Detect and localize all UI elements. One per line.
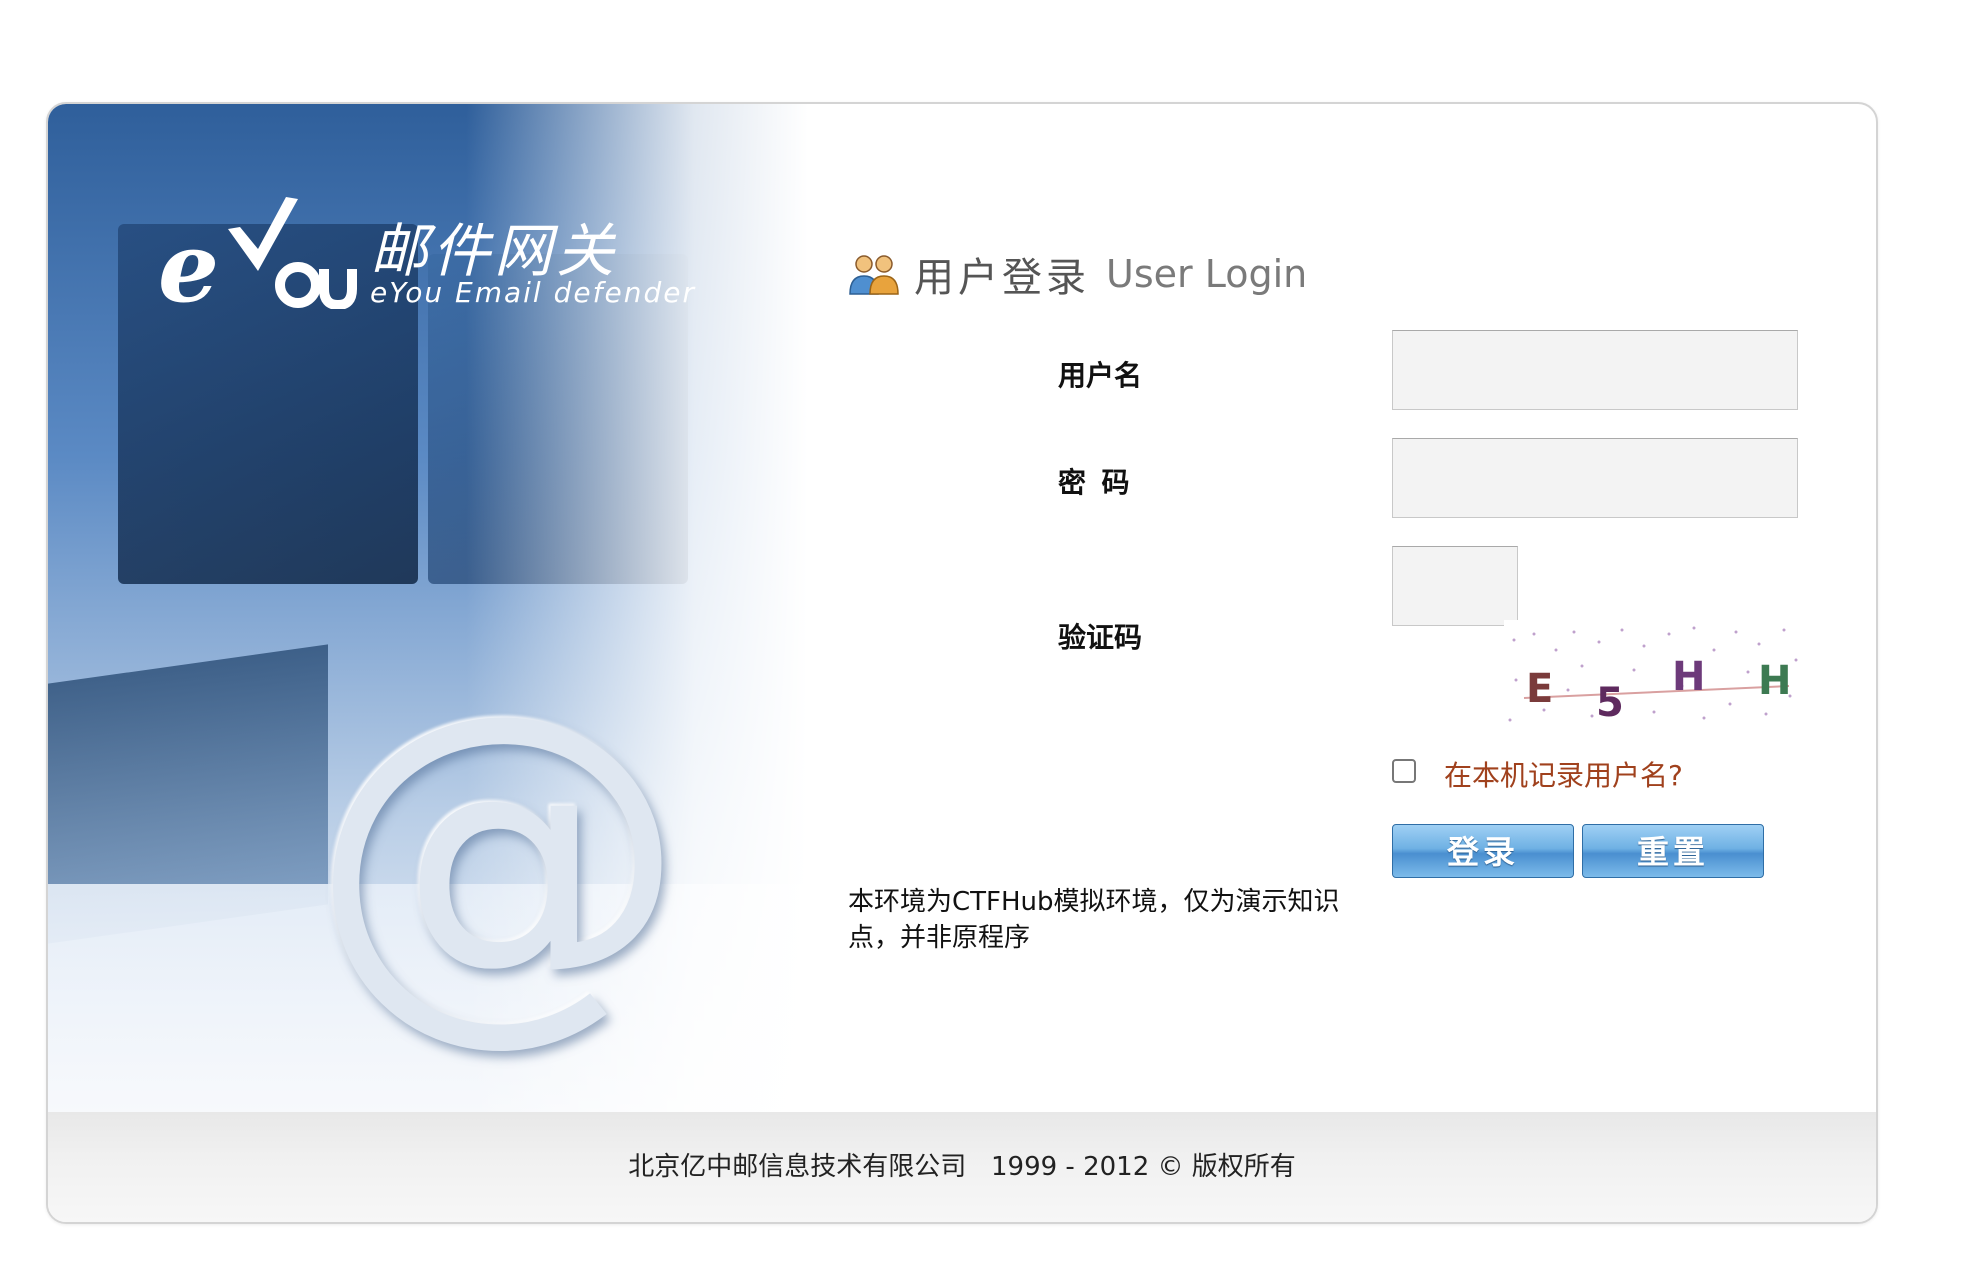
logo-y-shape <box>228 197 298 271</box>
hero-banner: @ e 邮件网关 eYou Email defender <box>48 104 808 1112</box>
login-panel: @ e 邮件网关 eYou Email defender 用户登录 User L… <box>46 102 1878 1224</box>
login-title-cn: 用户登录 <box>914 255 1090 301</box>
password-input[interactable] <box>1392 438 1798 518</box>
eyou-logo-mark: e <box>158 197 357 309</box>
login-button[interactable]: 登录 <box>1392 824 1574 878</box>
username-label: 用户名 <box>1058 360 1143 391</box>
login-title: 用户登录 User Login <box>848 244 1307 304</box>
logo-letter-e: e <box>158 211 219 309</box>
logo-u-shape <box>319 269 357 309</box>
captcha-char: E <box>1526 666 1553 712</box>
captcha-char: H <box>1672 654 1705 700</box>
captcha-image[interactable]: E 5 H H <box>1504 620 1804 730</box>
remember-checkbox[interactable] <box>1392 759 1416 783</box>
captcha-char: 5 <box>1596 680 1624 726</box>
users-icon <box>849 255 899 295</box>
captcha-label: 验证码 <box>1058 622 1143 653</box>
at-sign-icon: @ <box>308 632 688 1075</box>
eyou-logo: e 邮件网关 eYou Email defender <box>108 144 694 324</box>
remember-username[interactable]: 在本机记录用户名? <box>1392 754 1683 794</box>
environment-notice: 本环境为CTFHub模拟环境，仅为演示知识点，并非原程序 <box>848 887 1340 953</box>
captcha-input[interactable] <box>1392 546 1518 626</box>
product-name-en: eYou Email defender <box>370 276 696 309</box>
logo-o-shape <box>275 262 321 308</box>
footer-copyright: 北京亿中邮信息技术有限公司 1999 - 2012 © 版权所有 <box>48 1112 1876 1222</box>
username-input[interactable] <box>1392 330 1798 410</box>
reset-button[interactable]: 重置 <box>1582 824 1764 878</box>
password-label: 密 码 <box>1058 467 1130 498</box>
captcha-char: H <box>1758 658 1791 704</box>
remember-label[interactable]: 在本机记录用户名? <box>1444 754 1683 794</box>
keyboard-image <box>48 644 328 944</box>
login-title-en: User Login <box>1106 252 1308 296</box>
